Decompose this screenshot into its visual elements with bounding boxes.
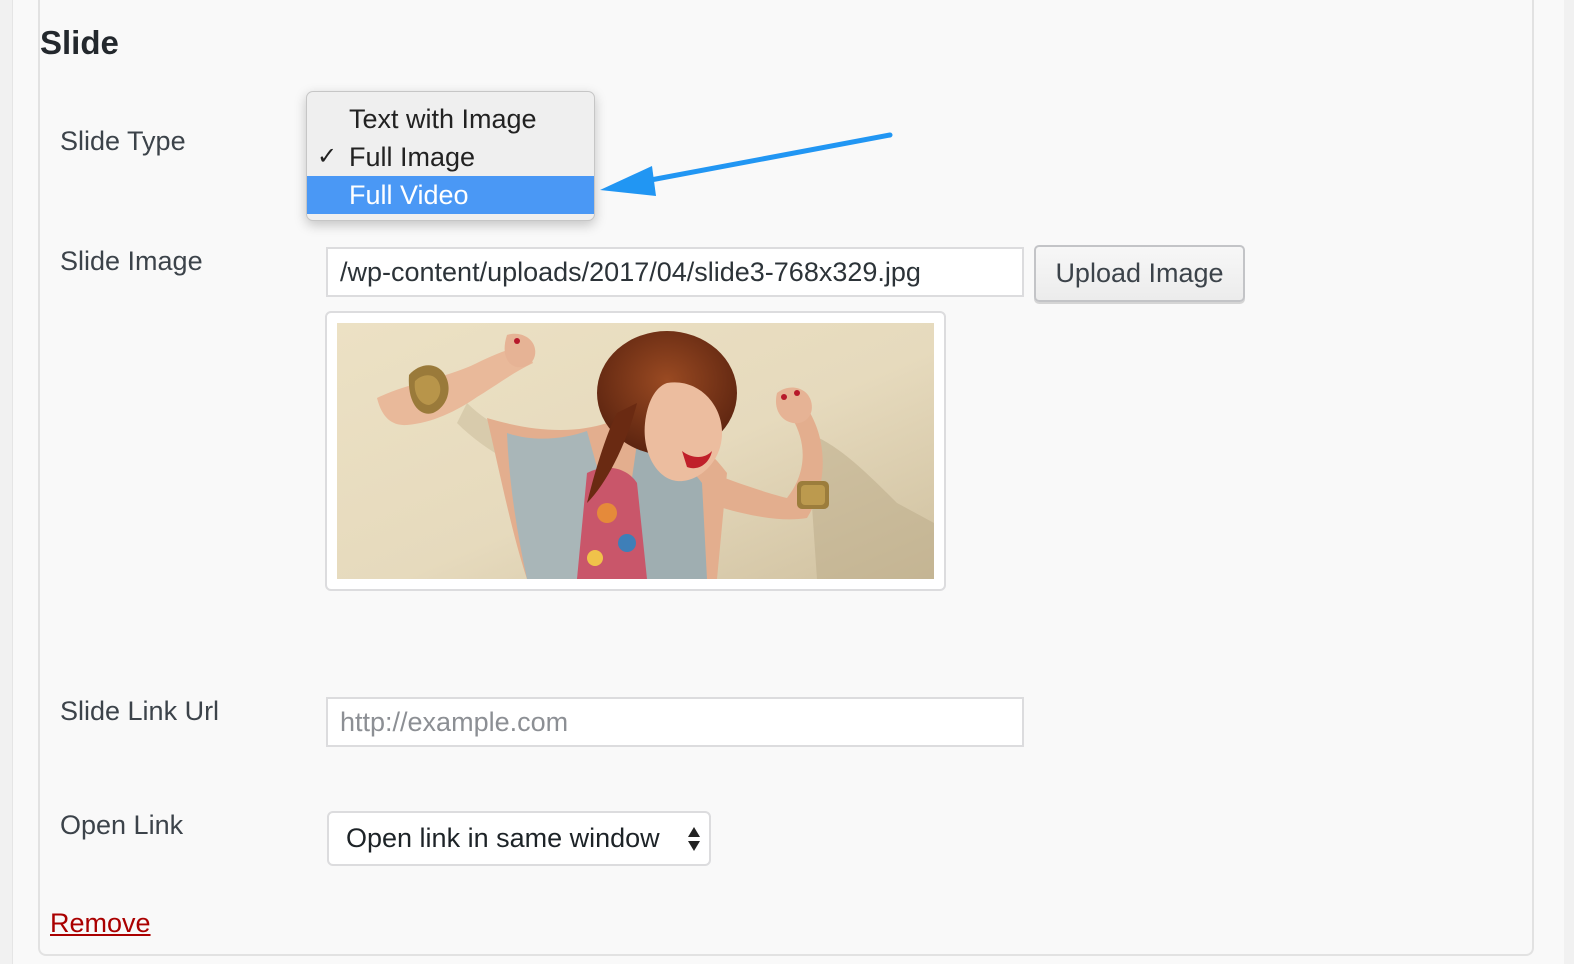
slide-link-url-placeholder: http://example.com [340, 707, 569, 737]
slide-type-label: Slide Type [60, 126, 186, 156]
slide-type-option-full-image[interactable]: ✓ Full Image [307, 138, 594, 176]
slide-image-path-input[interactable]: /wp-content/uploads/2017/04/slide3-768x3… [326, 247, 1024, 297]
slide-type-option-text-with-image[interactable]: Text with Image [307, 100, 594, 138]
option-label: Full Image [349, 142, 476, 172]
slide-link-url-input[interactable]: http://example.com [326, 697, 1024, 747]
option-label: Text with Image [349, 104, 537, 134]
upload-image-button[interactable]: Upload Image [1034, 245, 1245, 302]
slide-link-url-label: Slide Link Url [60, 696, 220, 726]
preview-photo [337, 323, 934, 579]
slide-image-preview [325, 311, 946, 591]
remove-link[interactable]: Remove [50, 908, 151, 939]
open-link-select[interactable]: Open link in same window [327, 811, 711, 866]
open-link-label: Open Link [60, 810, 184, 840]
open-link-selected-value: Open link in same window [346, 823, 660, 853]
option-label: Full Video [349, 180, 469, 210]
check-icon: ✓ [317, 143, 338, 170]
slide-type-dropdown[interactable]: Text with Image ✓ Full Image Full Video [306, 91, 595, 221]
slide-type-option-full-video[interactable]: Full Video [307, 176, 594, 214]
slide-image-path-value: /wp-content/uploads/2017/04/slide3-768x3… [340, 257, 921, 287]
slide-image-label: Slide Image [60, 246, 203, 276]
page: Slide Slide Type Slide Image /wp-content… [0, 0, 1574, 964]
left-gutter [0, 0, 12, 964]
select-arrows-icon [688, 827, 700, 851]
section-heading: Slide [40, 24, 119, 61]
arrow-pointer-icon [600, 132, 893, 196]
